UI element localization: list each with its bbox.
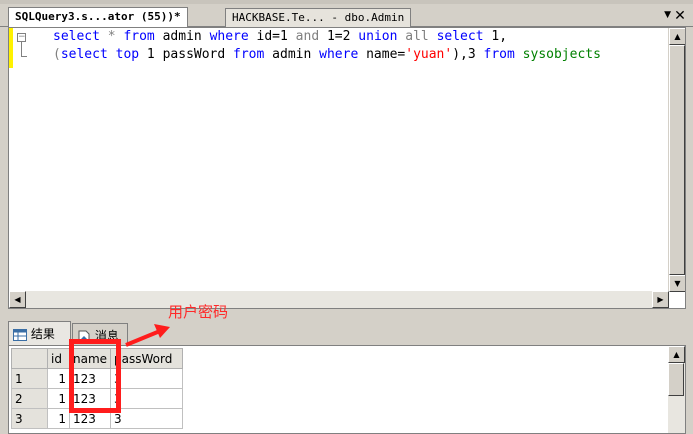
scroll-up-arrow-icon[interactable]: ▲	[669, 28, 685, 45]
row-number[interactable]: 3	[11, 408, 48, 429]
string-literal: 'yuan'	[405, 47, 453, 62]
row-number[interactable]: 2	[11, 388, 48, 409]
annotation-label: 用户密码	[168, 303, 229, 321]
keyword-select: select	[60, 47, 108, 62]
column-header-password[interactable]: passWord	[110, 348, 184, 369]
keyword-select: select	[53, 29, 100, 44]
tab-hackbase-admin[interactable]: HACKBASE.Te... - dbo.Admin	[225, 8, 412, 27]
code-token: admin	[154, 29, 210, 44]
code-token: 1 passWord	[139, 47, 234, 62]
cell-id[interactable]: 1	[47, 388, 70, 409]
code-token: 1=2	[319, 29, 359, 44]
keyword-from: from	[483, 47, 515, 62]
tab-list-dropdown-icon[interactable]: ▼	[664, 10, 671, 20]
outline-end	[21, 56, 27, 57]
grid-vertical-scrollbar[interactable]: ▲	[668, 346, 685, 433]
scroll-up-arrow-icon[interactable]: ▲	[668, 346, 685, 363]
code-token: name=	[358, 47, 406, 62]
cell-password[interactable]: 3	[110, 368, 184, 389]
code-token: ),3	[452, 47, 484, 62]
changed-lines-marker	[9, 28, 13, 68]
tabstrip-top-edge	[0, 0, 693, 4]
keyword-and: and	[295, 29, 320, 44]
code-line-2[interactable]: (select top 1 passWord from admin where …	[53, 46, 601, 64]
editor-horizontal-scrollbar[interactable]: ◀ ▶	[9, 291, 669, 308]
cell-id[interactable]: 1	[47, 408, 70, 429]
code-token: id=1	[248, 29, 296, 44]
keyword-where: where	[319, 47, 359, 62]
keyword-from: from	[233, 47, 265, 62]
code-token: *	[99, 29, 124, 44]
keyword-all: all	[405, 29, 429, 44]
editor-vertical-scrollbar[interactable]: ▲ ▼	[668, 28, 685, 292]
keyword-union: union	[358, 29, 398, 44]
close-icon[interactable]: ✕	[673, 8, 687, 24]
scroll-left-arrow-icon[interactable]: ◀	[9, 291, 26, 308]
code-token: (	[53, 47, 61, 62]
code-token: 1,	[483, 29, 508, 44]
outline-line	[21, 42, 22, 56]
column-header-id[interactable]: id	[47, 348, 70, 369]
scroll-thumb[interactable]	[669, 45, 685, 275]
code-line-1[interactable]: select * from admin where id=1 and 1=2 u…	[53, 28, 507, 46]
document-tabstrip: SQLQuery3.s...ator (55))* HACKBASE.Te...…	[0, 0, 693, 27]
keyword-top: top	[115, 47, 140, 62]
cell-id[interactable]: 1	[47, 368, 70, 389]
scroll-down-arrow-icon[interactable]: ▼	[669, 275, 685, 292]
cell-password[interactable]: 3	[110, 408, 184, 429]
cell-password[interactable]: 3	[110, 388, 184, 409]
code-token: admin	[264, 47, 320, 62]
tab-results-label: 结果	[30, 327, 55, 341]
grid-icon	[13, 328, 27, 341]
highlight-box	[69, 339, 121, 413]
query-editor[interactable]: − select * from admin where id=1 and 1=2…	[8, 27, 686, 309]
tab-sqlquery3[interactable]: SQLQuery3.s...ator (55))*	[8, 7, 188, 27]
system-table-name: sysobjects	[522, 47, 601, 62]
keyword-from: from	[123, 29, 155, 44]
keyword-where: where	[209, 29, 249, 44]
collapse-icon[interactable]: −	[17, 33, 26, 42]
row-number[interactable]: 1	[11, 368, 48, 389]
scroll-thumb[interactable]	[668, 363, 684, 396]
keyword-select: select	[436, 29, 484, 44]
tab-results[interactable]: 结果	[8, 321, 71, 345]
grid-corner[interactable]	[11, 348, 48, 369]
scroll-right-arrow-icon[interactable]: ▶	[652, 291, 669, 308]
